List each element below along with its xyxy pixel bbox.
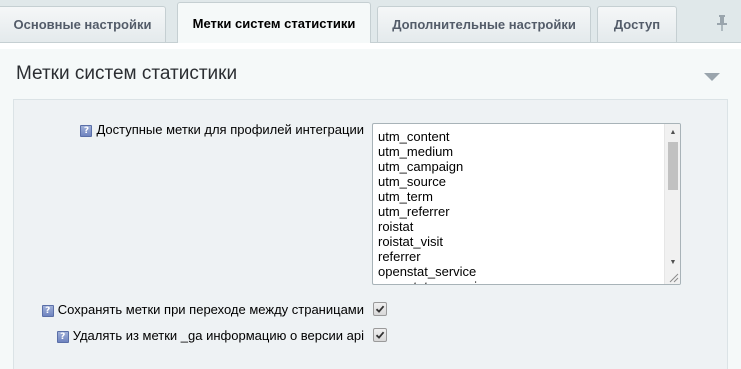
tab-label: Дополнительные настройки (392, 17, 576, 32)
tab-main-settings[interactable]: Основные настройки (0, 6, 166, 42)
section-title: Метки систем статистики (16, 63, 238, 84)
tags-label: Доступные метки для профилей интеграции (96, 122, 364, 137)
tags-label-row: ? Доступные метки для профилей интеграции (80, 122, 364, 137)
tags-option[interactable]: openstat_service (378, 264, 662, 279)
tags-option[interactable]: utm_campaign (378, 159, 662, 174)
tags-multiselect[interactable]: utm_content utm_medium utm_campaign utm_sou… (372, 123, 681, 285)
tab-additional-settings[interactable]: Дополнительные настройки (377, 6, 591, 42)
tags-option[interactable]: roistat_visit (378, 234, 662, 249)
tags-option[interactable]: utm_source (378, 174, 662, 189)
save-tags-label-row: ? Сохранять метки при переходе между стра… (41, 302, 364, 317)
save-tags-label: Сохранять метки при переходе между стран… (57, 302, 364, 317)
scroll-up-icon[interactable]: ▲ (665, 124, 680, 140)
scroll-down-icon[interactable]: ▼ (665, 254, 680, 270)
resize-grip-icon[interactable] (667, 271, 679, 283)
tags-option[interactable]: utm_referrer (378, 204, 662, 219)
question-icon[interactable]: ? (41, 304, 54, 317)
tags-option[interactable]: roistat (378, 219, 662, 234)
scrollbar-thumb[interactable] (668, 142, 678, 190)
tags-option[interactable]: utm_term (378, 189, 662, 204)
tab-label: Метки систем статистики (192, 15, 356, 31)
strip-ga-label: Удалять из метки _ga информацию о версии… (72, 328, 364, 343)
strip-ga-checkbox[interactable] (373, 328, 387, 342)
save-tags-checkbox[interactable] (373, 302, 387, 316)
tags-option[interactable]: utm_content (378, 129, 662, 144)
check-icon (375, 331, 385, 339)
strip-ga-label-row: ? Удалять из метки _ga информацию о верси… (56, 328, 364, 343)
listbox-scrollbar[interactable]: ▲ ▼ (664, 124, 680, 284)
tab-stat-tags[interactable]: Метки систем статистики (177, 2, 371, 43)
question-icon[interactable]: ? (80, 124, 93, 137)
tab-bar: Основные настройки Метки систем статисти… (0, 0, 741, 43)
tags-option[interactable]: openstat_campaign (378, 279, 662, 284)
tab-label: Основные настройки (13, 17, 152, 32)
tags-option[interactable]: referrer (378, 249, 662, 264)
triangle-down-icon[interactable] (704, 73, 720, 81)
tags-option[interactable]: utm_medium (378, 144, 662, 159)
tab-label: Доступ (613, 17, 661, 32)
pin-icon[interactable] (712, 12, 732, 34)
check-icon (375, 305, 385, 313)
tab-access[interactable]: Доступ (597, 6, 677, 42)
question-icon[interactable]: ? (56, 330, 69, 343)
tags-option-list[interactable]: utm_content utm_medium utm_campaign utm_sou… (378, 129, 662, 284)
